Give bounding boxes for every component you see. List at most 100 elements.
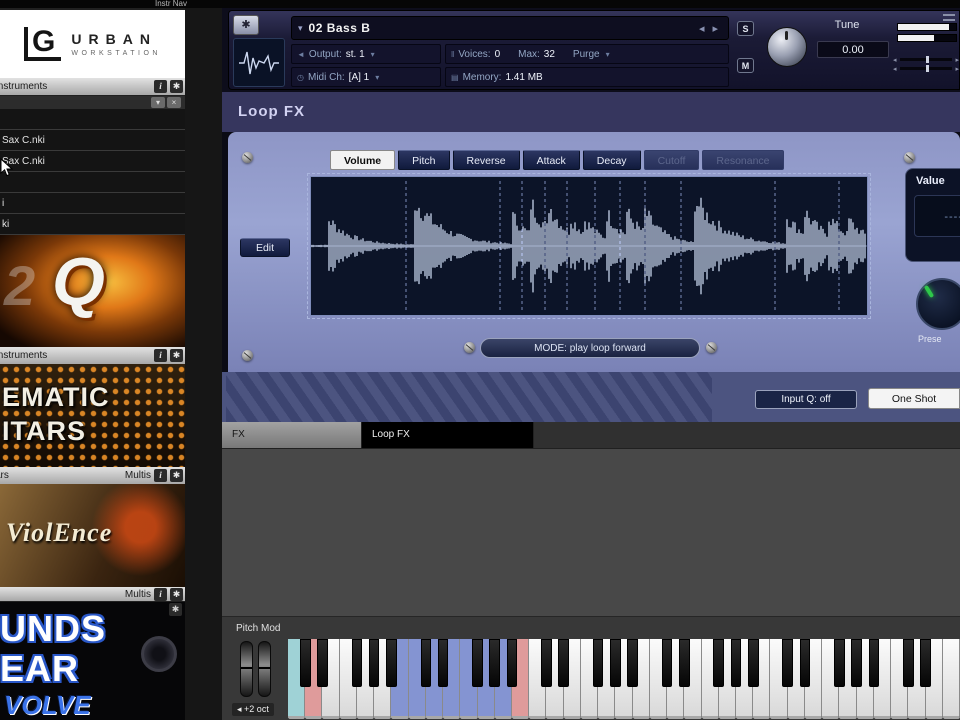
black-key[interactable]	[782, 639, 794, 687]
collapse-icon[interactable]: ▾	[298, 23, 303, 34]
info-icon[interactable]: i	[154, 349, 167, 362]
black-key[interactable]	[713, 639, 725, 687]
white-key[interactable]	[942, 639, 960, 719]
gear-icon[interactable]: ✱	[170, 587, 183, 601]
black-key[interactable]	[627, 639, 638, 687]
loopfx-tab-pitch[interactable]: Pitch	[398, 150, 450, 170]
black-key[interactable]	[472, 639, 483, 687]
instr-nav-label[interactable]: Instr Nav	[155, 0, 187, 8]
collapse-icon[interactable]: ▾	[151, 97, 165, 108]
library-banner-violence[interactable]: ViolEnce	[0, 484, 185, 587]
pan-slider[interactable]	[899, 65, 953, 72]
prev-instrument-icon[interactable]: ◂	[695, 22, 709, 35]
tune-knob[interactable]	[767, 27, 807, 67]
screw-icon	[904, 152, 915, 163]
info-icon[interactable]: i	[154, 80, 167, 93]
file-list-item[interactable]: ki	[0, 214, 185, 235]
tab-multis[interactable]: Multis	[125, 470, 151, 481]
file-list-item[interactable]	[0, 172, 185, 193]
file-list-item[interactable]: Sax C.nki	[0, 151, 185, 172]
black-key[interactable]	[610, 639, 621, 687]
output-select[interactable]: ◄ Output: st. 1 ▾	[291, 44, 441, 64]
loopfx-tabs: Volume Pitch Reverse Attack Decay Cutoff Reson…	[330, 150, 784, 170]
tab-instruments[interactable]: Instruments	[0, 81, 47, 92]
black-key[interactable]	[558, 639, 570, 687]
octave-left-icon: ◂	[237, 704, 242, 714]
octave-indicator[interactable]: ◂ +2 oct	[232, 703, 274, 716]
info-icon[interactable]: i	[154, 469, 167, 482]
midi-channel-select[interactable]: ◷ Midi Ch: [A] 1 ▾	[291, 67, 441, 87]
black-key[interactable]	[730, 639, 742, 687]
bottom-tab-fx[interactable]: FX	[222, 422, 362, 448]
next-instrument-icon[interactable]: ▸	[708, 22, 722, 35]
solo-button[interactable]: S	[737, 21, 754, 36]
edit-button[interactable]: Edit	[240, 238, 290, 257]
pitch-wheel[interactable]	[240, 641, 253, 697]
header-row-midi: ◷ Midi Ch: [A] 1 ▾ ▤ Memory: 1.41 MB	[291, 67, 729, 87]
loop-mode-button[interactable]: MODE: play loop forward	[480, 338, 700, 358]
instrument-options-button[interactable]: ✱	[233, 15, 259, 35]
gear-icon[interactable]: ✱	[170, 80, 183, 93]
speaker-icon: ◄	[297, 49, 305, 59]
black-key[interactable]	[317, 639, 328, 687]
chevron-down-icon: ▾	[375, 72, 380, 82]
black-key[interactable]	[747, 639, 759, 687]
rack-main-area: ✱ ▾ 02 Bass B ◂ ▸ ◄ Output: st. 1 ▾ ‖ Vo…	[222, 8, 960, 720]
black-key[interactable]	[592, 639, 604, 687]
black-key[interactable]	[868, 639, 880, 687]
gear-icon[interactable]: ✱	[169, 603, 182, 616]
file-list-item[interactable]: Sax C.nki	[0, 130, 185, 151]
value-panel: Value -----	[905, 168, 960, 262]
tune-value[interactable]: 0.00	[817, 41, 889, 58]
gear-icon[interactable]: ✱	[170, 469, 183, 482]
window-minimize-icons[interactable]	[943, 14, 955, 24]
mod-wheel[interactable]	[258, 641, 271, 697]
black-key[interactable]	[506, 639, 518, 687]
info-icon[interactable]: i	[154, 587, 167, 601]
black-key[interactable]	[368, 639, 380, 687]
mute-button[interactable]: M	[737, 58, 754, 73]
black-key[interactable]	[902, 639, 914, 687]
loopfx-tab-decay[interactable]: Decay	[582, 150, 641, 170]
input-quantize-button[interactable]: Input Q: off	[755, 390, 857, 409]
gear-icon[interactable]: ✱	[170, 349, 183, 362]
black-key[interactable]	[834, 639, 845, 687]
library-banner-sounds-and-gear[interactable]: UNDS EAR VOLVE ✱	[0, 602, 185, 720]
file-list-item[interactable]: i	[0, 193, 185, 214]
file-list-item[interactable]	[0, 109, 185, 130]
purge-button[interactable]: Purge	[573, 49, 600, 60]
q-library-tab-row: Instruments i ✱	[0, 347, 185, 364]
chevron-down-icon: ▾	[370, 49, 375, 59]
black-key[interactable]	[920, 639, 931, 687]
one-shot-button[interactable]: One Shot	[868, 388, 960, 409]
instrument-icon[interactable]	[233, 38, 285, 87]
midi-clock-icon: ◷	[297, 72, 304, 82]
bottom-tab-loop-fx[interactable]: Loop FX	[362, 422, 534, 448]
black-key[interactable]	[661, 639, 673, 687]
preset-knob[interactable]	[916, 278, 960, 330]
library-banner-cinematic-guitars[interactable]: EMATIC ITARS	[0, 364, 185, 467]
black-key[interactable]	[386, 639, 397, 687]
black-key[interactable]	[351, 639, 363, 687]
tab-q-instruments[interactable]: Instruments	[0, 350, 47, 361]
loopfx-tab-reverse[interactable]: Reverse	[452, 150, 520, 170]
waveform-display[interactable]	[307, 173, 871, 319]
black-key[interactable]	[851, 639, 862, 687]
black-key[interactable]	[799, 639, 811, 687]
loopfx-tab-volume[interactable]: Volume	[330, 150, 396, 170]
instrument-title-bar[interactable]: ▾ 02 Bass B ◂ ▸	[291, 16, 729, 40]
library-banner-q[interactable]: 2 Q	[0, 235, 185, 347]
black-key[interactable]	[420, 639, 432, 687]
black-key[interactable]	[437, 639, 449, 687]
pan-slider[interactable]	[899, 56, 953, 63]
voices-field[interactable]: ‖ Voices: 0 Max: 32 Purge ▾	[445, 44, 729, 64]
tab-guitars[interactable]: ars	[0, 470, 9, 481]
black-key[interactable]	[541, 639, 552, 687]
urban-workstation-library-header[interactable]: G URBAN WORKSTATION	[0, 10, 185, 78]
tab-multis[interactable]: Multis	[125, 589, 151, 600]
loopfx-tab-attack[interactable]: Attack	[522, 150, 580, 170]
black-key[interactable]	[299, 639, 311, 687]
close-icon[interactable]: ×	[167, 97, 181, 108]
black-key[interactable]	[678, 639, 690, 687]
black-key[interactable]	[489, 639, 501, 687]
